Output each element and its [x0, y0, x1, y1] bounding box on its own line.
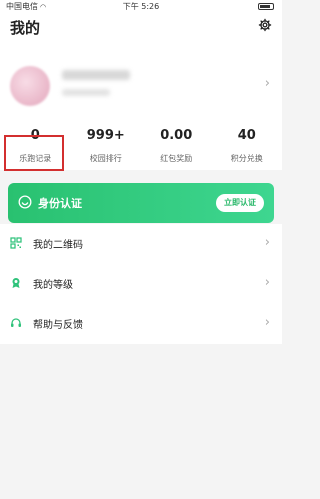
qrcode-icon — [10, 237, 22, 249]
stat-campus-ranking[interactable]: 999+ 校园排行 — [71, 128, 142, 168]
status-time: 下午 5:26 — [122, 2, 160, 11]
stats-bar: 0 乐跑记录 999+ 校园排行 0.00 红包奖励 40 积分兑换 — [0, 128, 282, 168]
stat-label: 红包奖励 — [160, 154, 193, 163]
menu-item-help[interactable]: 帮助与反馈 › — [0, 304, 282, 344]
stat-label: 积分兑换 — [230, 154, 263, 163]
status-bar: 中国电信 ◠ 下午 5:26 — [0, 0, 282, 14]
chevron-right-icon: › — [264, 76, 270, 91]
smile-icon — [18, 195, 32, 209]
headset-icon — [11, 318, 21, 327]
top-section: 中国电信 ◠ 下午 5:26 我的 › 0 乐跑记录 999+ 校园排行 0.00… — [0, 0, 282, 170]
menu-item-label: 帮助与反馈 — [33, 320, 83, 331]
username-blurred — [62, 70, 130, 80]
identity-verification-card[interactable]: 身份认证 立即认证 — [8, 183, 274, 223]
page-title: 我的 — [10, 19, 41, 37]
menu-list: 我的二维码 › 我的等级 › 帮助与反馈 › — [0, 224, 282, 344]
chevron-right-icon: › — [264, 315, 270, 330]
stat-value: 0.00 — [160, 128, 193, 143]
menu-item-qrcode[interactable]: 我的二维码 › — [0, 224, 282, 264]
menu-item-label: 我的二维码 — [33, 240, 83, 251]
stat-value: 999+ — [86, 128, 125, 143]
avatar[interactable] — [10, 66, 50, 106]
stat-run-records[interactable]: 0 乐跑记录 — [0, 128, 71, 168]
user-info-blurred — [62, 89, 110, 96]
stat-red-packet[interactable]: 0.00 红包奖励 — [141, 128, 212, 168]
level-badge-icon — [12, 278, 20, 288]
verify-now-button[interactable]: 立即认证 — [216, 194, 264, 212]
menu-item-level[interactable]: 我的等级 › — [0, 264, 282, 304]
gear-icon[interactable] — [258, 18, 272, 32]
profile-row[interactable]: › — [0, 56, 282, 116]
chevron-right-icon: › — [264, 235, 270, 250]
chevron-right-icon: › — [264, 275, 270, 290]
stat-label: 乐跑记录 — [19, 154, 52, 163]
stat-value: 0 — [30, 128, 40, 143]
stat-points-exchange[interactable]: 40 积分兑换 — [212, 128, 283, 168]
stat-value: 40 — [237, 128, 256, 143]
stat-label: 校园排行 — [89, 154, 122, 163]
identity-label: 身份认证 — [38, 197, 82, 210]
battery-icon — [258, 3, 274, 10]
menu-item-label: 我的等级 — [33, 280, 73, 291]
